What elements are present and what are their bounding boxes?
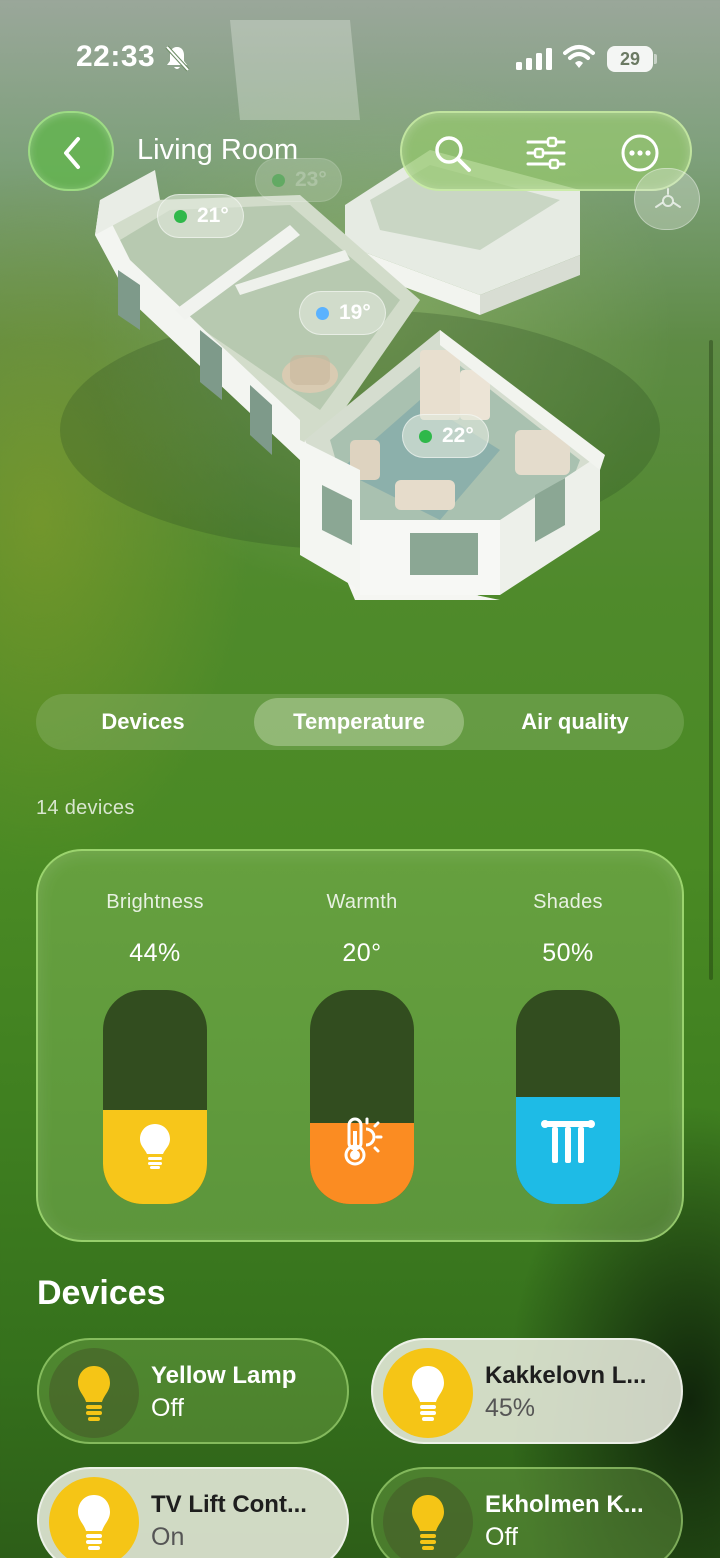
device-count: 14 devices xyxy=(36,797,135,819)
room-temp-chip[interactable]: 21° xyxy=(157,194,244,238)
back-button[interactable] xyxy=(28,111,114,191)
lightbulb-icon xyxy=(78,1366,110,1421)
lightbulb-icon xyxy=(412,1366,444,1421)
room-controls-card: Brightness 44% Warmth 20° Shades 50% xyxy=(36,849,684,1242)
thermometer-sun-icon xyxy=(344,1117,383,1166)
shades-value: 50% xyxy=(542,939,594,967)
lightbulb-icon xyxy=(412,1495,444,1550)
lightbulb-icon xyxy=(140,1124,170,1169)
clock-time: 22:33 xyxy=(76,40,156,73)
warmth-fill xyxy=(310,1117,414,1204)
tab-devices[interactable]: Devices xyxy=(40,698,246,746)
status-dot xyxy=(316,306,329,320)
compass-icon xyxy=(655,188,681,208)
sliders-icon[interactable] xyxy=(526,133,566,173)
device-name: Yellow Lamp xyxy=(151,1362,297,1389)
device-state: Off xyxy=(485,1523,518,1551)
tab-air-quality[interactable]: Air quality xyxy=(470,698,680,746)
brightness-value: 44% xyxy=(129,939,181,967)
device-icon-button[interactable] xyxy=(383,1477,473,1558)
device-icon-button[interactable] xyxy=(383,1348,473,1438)
shades-icon xyxy=(541,1120,595,1163)
warmth-slider[interactable] xyxy=(310,990,414,1204)
device-state: Off xyxy=(151,1394,184,1422)
shades-slider[interactable] xyxy=(516,990,620,1204)
search-icon[interactable] xyxy=(432,133,472,173)
tab-temperature[interactable]: Temperature xyxy=(254,698,464,746)
room-temp-chip[interactable]: 19° xyxy=(299,291,386,335)
bell-slash-icon xyxy=(165,45,190,72)
room-temp: 21° xyxy=(197,204,229,227)
device-tile-kakkelovn[interactable]: Kakkelovn L... 45% xyxy=(371,1338,683,1444)
device-name: Kakkelovn L... xyxy=(485,1362,647,1389)
device-icon-button[interactable] xyxy=(49,1477,139,1558)
battery-icon: 29 xyxy=(607,46,657,72)
wifi-icon xyxy=(563,45,595,68)
device-tile-ekholmen[interactable]: Ekholmen K... Off xyxy=(371,1467,683,1558)
status-bar: 22:33 29 xyxy=(0,0,720,110)
device-tile-tv-lift[interactable]: TV Lift Cont... On xyxy=(37,1467,349,1558)
warmth-label: Warmth xyxy=(326,891,398,913)
devices-section-title: Devices xyxy=(37,1274,166,1312)
warmth-value: 20° xyxy=(342,939,382,967)
more-options-icon[interactable] xyxy=(620,133,660,173)
shades-label: Shades xyxy=(533,891,603,913)
shades-fill xyxy=(516,1097,620,1204)
status-dot xyxy=(272,173,285,187)
device-name: Ekholmen K... xyxy=(485,1491,644,1518)
device-state: On xyxy=(151,1523,185,1551)
room-temp: 22° xyxy=(442,424,474,447)
room-temp-chip[interactable]: 22° xyxy=(402,414,489,458)
battery-level: 29 xyxy=(619,49,641,69)
room-temp: 23° xyxy=(295,168,327,191)
device-state: 45% xyxy=(485,1394,536,1422)
room-temp: 19° xyxy=(339,301,371,324)
recenter-button[interactable] xyxy=(634,168,700,230)
view-tabs: Devices Temperature Air quality xyxy=(36,694,684,750)
device-icon-button[interactable] xyxy=(49,1348,139,1438)
scroll-indicator[interactable] xyxy=(709,340,713,980)
cellular-signal-icon xyxy=(516,48,552,70)
device-tile-yellow-lamp[interactable]: Yellow Lamp Off xyxy=(37,1338,349,1444)
room-temp-chip[interactable]: 23° xyxy=(255,158,342,202)
brightness-slider[interactable] xyxy=(103,990,207,1204)
brightness-fill xyxy=(103,1110,207,1204)
status-dot xyxy=(174,209,187,223)
lightbulb-icon xyxy=(78,1495,110,1550)
device-name: TV Lift Cont... xyxy=(151,1491,307,1518)
status-dot xyxy=(419,429,432,443)
chevron-left-icon xyxy=(64,137,80,169)
brightness-label: Brightness xyxy=(106,891,204,913)
